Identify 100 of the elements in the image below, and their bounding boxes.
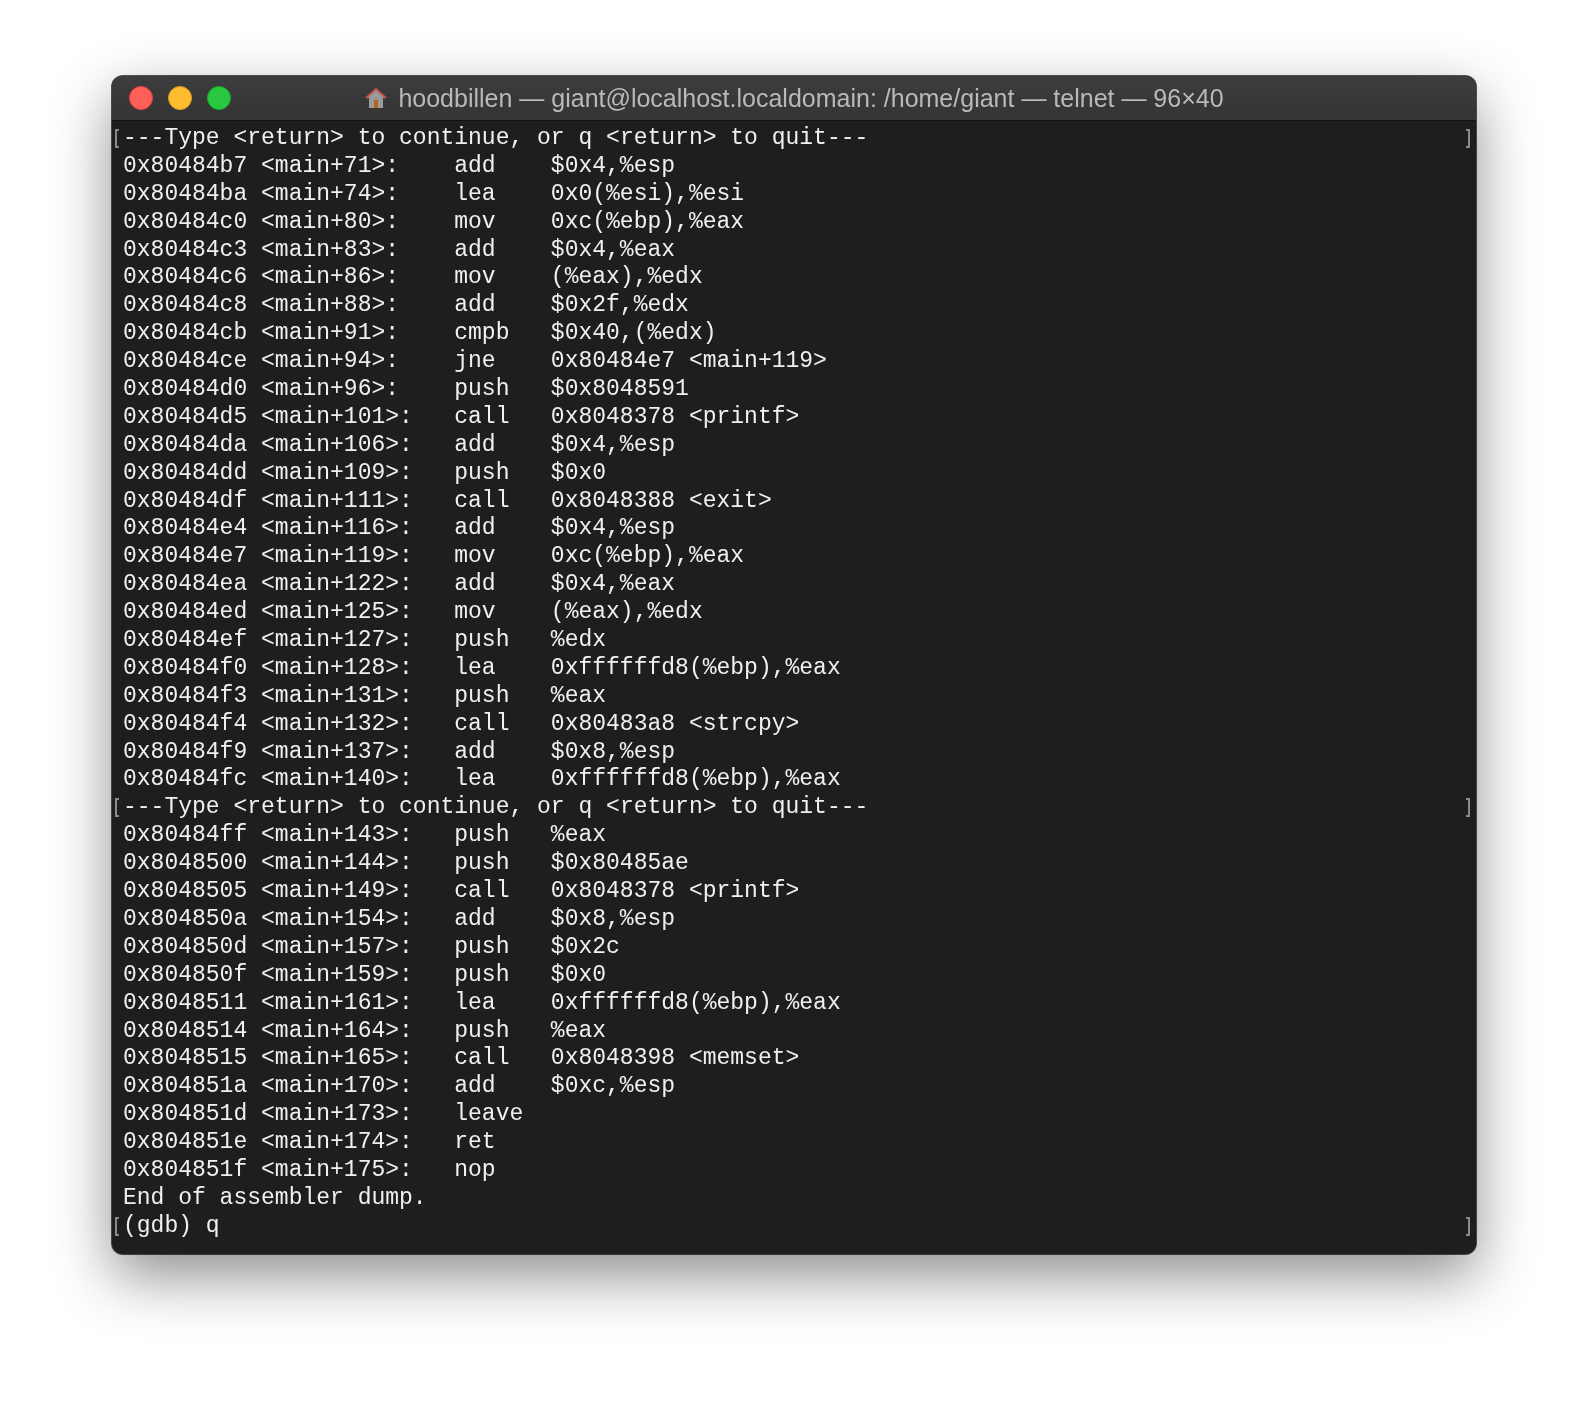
opcode: add [454, 152, 497, 181]
opcode: call [454, 710, 511, 739]
output-line: ---Type <return> to continue, or q <return> to quit--- [123, 125, 869, 153]
operands: $0x40,(%edx) [550, 320, 717, 349]
operands: $0x4,%esp [550, 152, 676, 181]
address-label: 0x80484ff <main+143>: [123, 822, 414, 851]
opcode: lea [454, 180, 497, 209]
operands: $0x2f,%edx [550, 292, 689, 321]
address-label: 0x804850f <main+159>: [123, 961, 414, 990]
operands: $0x0 [550, 459, 607, 488]
operands: 0x8048398 <memset> [550, 1045, 800, 1074]
operands: $0x4,%eax [550, 236, 676, 265]
opcode: lea [454, 989, 497, 1018]
operands: $0x8,%esp [550, 738, 676, 767]
operands: $0x4,%esp [550, 431, 676, 460]
operands: %eax [550, 682, 607, 711]
opcode: mov [454, 599, 497, 628]
opcode: nop [454, 1156, 497, 1185]
address-label: 0x80484c0 <main+80>: [123, 208, 401, 237]
address-label: 0x80484d0 <main+96>: [123, 376, 401, 404]
address-label: 0x80484ed <main+125>: [123, 599, 414, 628]
operands: 0x80484e7 <main+119> [550, 348, 827, 376]
address-label: 0x80484cb <main+91>: [123, 320, 401, 349]
operands: (%eax),%edx [550, 264, 703, 293]
opcode: lea [454, 654, 497, 683]
output-line: ---Type <return> to continue, or q <return> to quit--- [123, 794, 869, 823]
address-label: 0x80484f3 <main+131>: [123, 682, 414, 711]
operands: $0x8048591 [550, 376, 689, 404]
operands: $0xc,%esp [550, 1073, 676, 1102]
operands: 0xffffffd8(%ebp),%eax [550, 766, 841, 795]
house-icon [364, 86, 389, 110]
operands: 0xffffffd8(%ebp),%eax [550, 654, 841, 683]
opcode: add [454, 515, 497, 544]
operands: $0x4,%esp [550, 515, 676, 544]
address-label: 0x804851f <main+175>: [123, 1156, 414, 1185]
opcode: cmpb [454, 320, 511, 349]
operands: $0x2c [550, 933, 620, 962]
opcode: add [454, 236, 497, 265]
opcode: jne [454, 348, 497, 376]
opcode: push [454, 961, 511, 990]
address-label: 0x80484dd <main+109>: [123, 459, 414, 488]
minimize-button[interactable] [168, 86, 192, 110]
address-label: 0x8048511 <main+161>: [123, 989, 414, 1018]
opcode: push [454, 682, 511, 711]
address-label: 0x804851e <main+174>: [123, 1129, 414, 1157]
address-label: 0x80484ce <main+94>: [123, 348, 401, 376]
opcode: call [454, 1045, 511, 1074]
operands: 0x8048388 <exit> [550, 487, 772, 516]
address-label: 0x80484ba <main+74>: [123, 180, 401, 209]
operands: 0xffffffd8(%ebp),%eax [550, 989, 841, 1018]
opcode: call [454, 878, 511, 906]
address-label: 0x80484f0 <main+128>: [123, 654, 414, 683]
window-title: hoodbillen — giant@localhost.localdomain: /home/giant — telnet — 96×40 [398, 83, 1224, 113]
address-label: 0x804851a <main+170>: [123, 1073, 414, 1102]
address-label: 0x8048500 <main+144>: [123, 850, 414, 879]
opcode: lea [454, 766, 497, 795]
address-label: 0x80484c6 <main+86>: [123, 264, 401, 293]
address-label: 0x804850a <main+154>: [123, 905, 414, 934]
operands: %eax [550, 1017, 607, 1046]
opcode: push [454, 376, 511, 404]
zoom-button[interactable] [207, 86, 231, 110]
opcode: push [454, 459, 511, 488]
address-label: 0x80484c8 <main+88>: [123, 292, 401, 321]
opcode: call [454, 487, 511, 516]
opcode: call [454, 403, 511, 432]
operands: 0x8048378 <printf> [550, 878, 800, 906]
address-label: 0x8048514 <main+164>: [123, 1017, 414, 1046]
opcode: mov [454, 264, 497, 293]
operands: 0x80483a8 <strcpy> [550, 710, 800, 739]
operands: %edx [550, 627, 607, 655]
opcode: push [454, 627, 511, 655]
operands: 0x8048378 <printf> [550, 403, 800, 432]
address-label: 0x80484f4 <main+132>: [123, 710, 414, 739]
operands: $0x4,%eax [550, 571, 676, 600]
address-label: 0x80484e7 <main+119>: [123, 543, 414, 572]
address-label: 0x80484ef <main+127>: [123, 627, 414, 655]
opcode: push [454, 933, 511, 962]
address-label: 0x8048515 <main+165>: [123, 1045, 414, 1074]
opcode: push [454, 1017, 511, 1046]
close-button[interactable] [129, 86, 153, 110]
opcode: add [454, 738, 497, 767]
address-label: 0x80484fc <main+140>: [123, 766, 414, 795]
address-label: 0x80484ea <main+122>: [123, 571, 414, 600]
address-label: 0x80484d5 <main+101>: [123, 403, 414, 432]
operands: (%eax),%edx [550, 599, 703, 628]
operands: 0x0(%esi),%esi [550, 180, 745, 209]
opcode: add [454, 431, 497, 460]
address-label: 0x80484c3 <main+83>: [123, 236, 401, 265]
address-label: 0x80484e4 <main+116>: [123, 515, 414, 544]
operands: $0x8,%esp [550, 905, 676, 934]
operands: 0xc(%ebp),%eax [550, 543, 745, 572]
opcode: mov [454, 543, 497, 572]
address-label: 0x8048505 <main+149>: [123, 878, 414, 906]
operands: %eax [550, 822, 607, 851]
operands: 0xc(%ebp),%eax [550, 208, 745, 237]
opcode: mov [454, 208, 497, 237]
opcode: push [454, 850, 511, 879]
address-label: 0x80484b7 <main+71>: [123, 152, 401, 181]
opcode: add [454, 1073, 497, 1102]
output-line: End of assembler dump. [123, 1184, 427, 1213]
